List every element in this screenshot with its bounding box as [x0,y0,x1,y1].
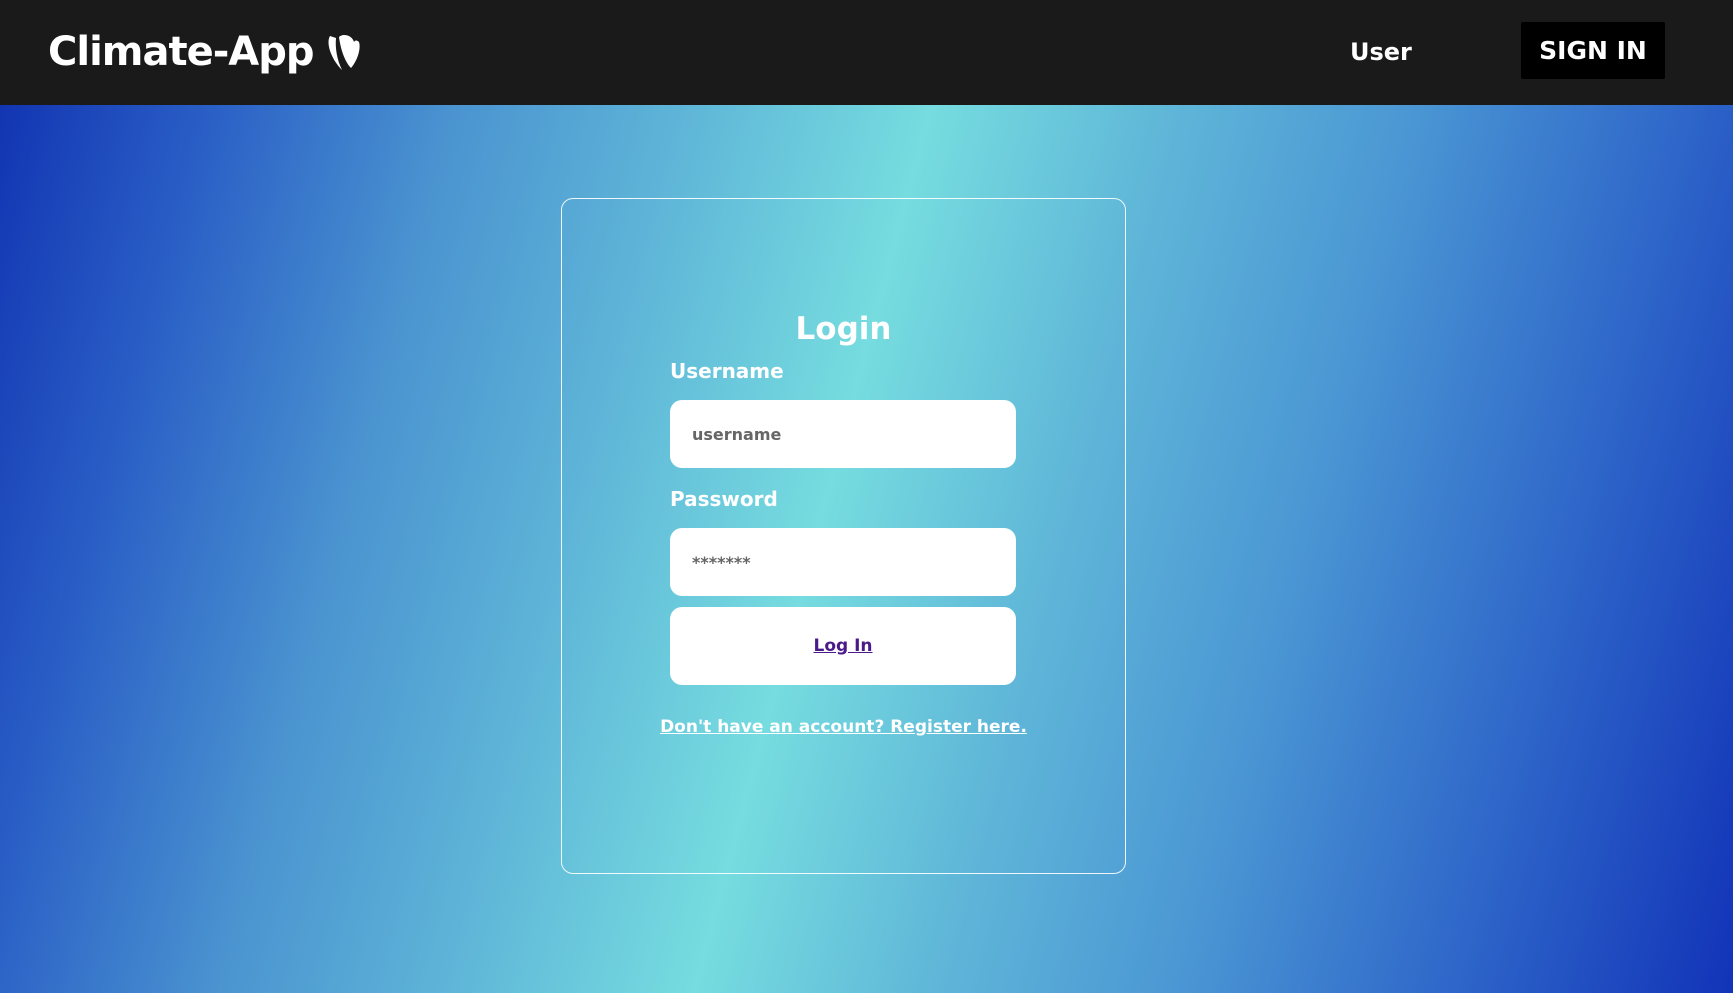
brand-link[interactable]: Climate-App [48,28,362,76]
sign-in-button[interactable]: SIGN IN [1521,22,1665,79]
brand-name: Climate-App [48,29,315,75]
username-label: Username [670,359,784,383]
username-input[interactable] [670,400,1016,468]
login-button[interactable]: Log In [670,607,1016,685]
nav-user-link[interactable]: User [1350,36,1412,68]
typo3-logo-icon [328,35,360,70]
top-navbar: Climate-App User SIGN IN [0,0,1733,105]
login-title: Login [795,311,892,347]
password-input[interactable] [670,528,1016,596]
login-card: Login Username Password Log In Don't hav… [561,198,1126,874]
password-label: Password [670,487,778,511]
register-link[interactable]: Don't have an account? Register here. [562,715,1125,739]
